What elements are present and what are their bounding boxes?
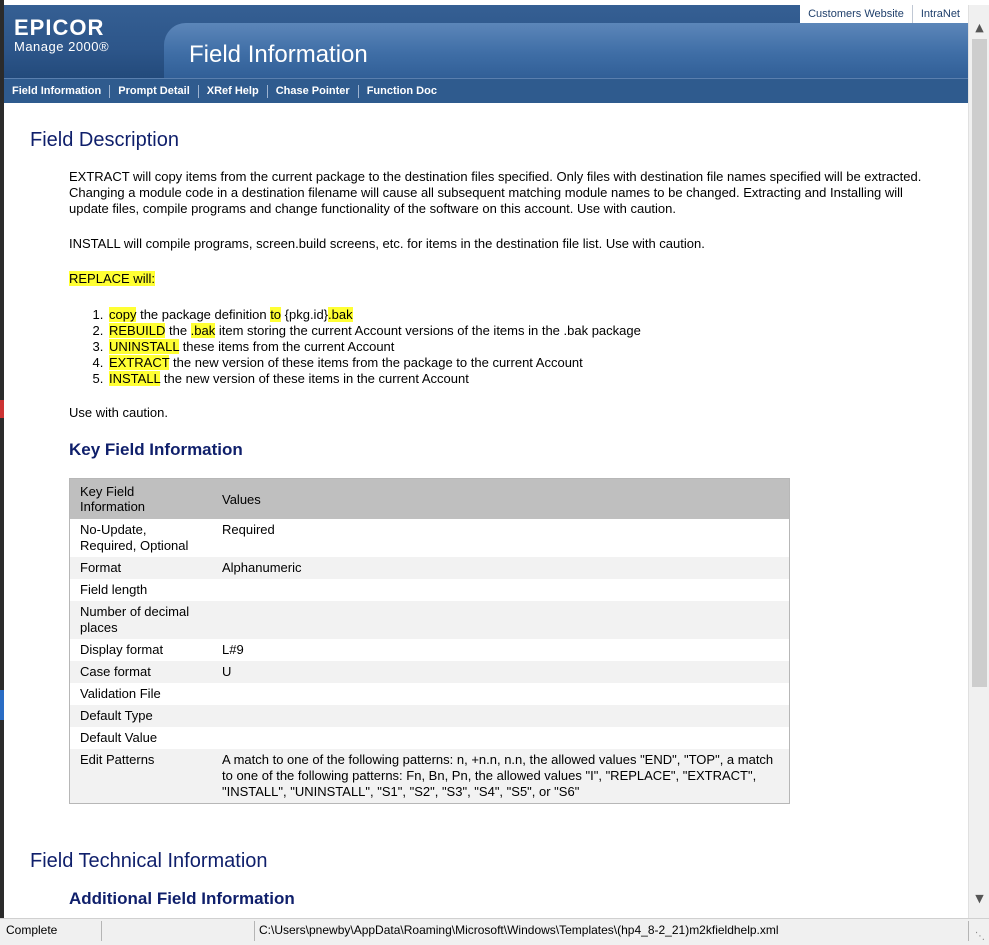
table-row: Format Alphanumeric (69, 557, 790, 579)
field-technical-heading: Field Technical Information (30, 850, 268, 872)
nav-xref-help[interactable]: XRef Help (199, 85, 268, 98)
table-cell: Default Value (69, 727, 212, 749)
help-window: EPICOR Manage 2000® Field Information Cu… (0, 0, 989, 945)
table-cell (212, 601, 790, 639)
replace-label: REPLACE will: (69, 271, 939, 287)
page-header: EPICOR Manage 2000® Field Information Cu… (4, 5, 968, 104)
nav-field-information[interactable]: Field Information (4, 85, 111, 98)
logo-product: Manage 2000® (14, 39, 110, 54)
step-text: {pkg.id} (281, 307, 329, 322)
epicor-logo: EPICOR Manage 2000® (14, 15, 110, 55)
status-divider (968, 921, 969, 941)
field-description-heading: Field Description (30, 129, 179, 151)
step-keyword: .bak (190, 323, 216, 338)
table-cell (212, 683, 790, 705)
nav-prompt-detail[interactable]: Prompt Detail (110, 85, 199, 98)
status-bar: Complete C:\Users\pnewby\AppData\Roaming… (0, 918, 989, 945)
nav-bar: Field Information Prompt Detail XRef Hel… (4, 78, 968, 104)
table-row: Edit Patterns A match to one of the follo… (69, 749, 790, 804)
table-row: No-Update, Required, Optional Required (69, 519, 790, 557)
table-row: Display format L#9 (69, 639, 790, 661)
customers-website-link[interactable]: Customers Website (800, 5, 912, 23)
list-item: REBUILD the .bak item storing the curren… (107, 323, 641, 339)
table-cell: Validation File (69, 683, 212, 705)
step-text: the (165, 323, 191, 338)
table-cell: Case format (69, 661, 212, 683)
step-keyword: copy (109, 307, 137, 322)
table-row: Default Value (69, 727, 790, 749)
step-text: the new version of these items in the cu… (160, 371, 469, 386)
table-cell: Required (212, 519, 790, 557)
top-links: Customers Website IntraNet (800, 5, 968, 23)
key-field-heading: Key Field Information (69, 440, 243, 459)
table-cell: No-Update, Required, Optional (69, 519, 212, 557)
table-row: Field length (69, 579, 790, 601)
resize-grip-icon[interactable]: ⋱ (975, 931, 987, 943)
table-row: Case format U (69, 661, 790, 683)
page-title: Field Information (189, 41, 368, 68)
chevron-down-icon[interactable]: ▼ (969, 890, 989, 908)
nav-chase-pointer[interactable]: Chase Pointer (268, 85, 359, 98)
list-item: INSTALL the new version of these items i… (107, 371, 641, 387)
replace-steps-list: copy the package definition to {pkg.id}.… (69, 307, 641, 387)
table-header-row: Key Field Information Values (69, 478, 790, 519)
list-item: EXTRACT the new version of these items f… (107, 355, 641, 371)
table-cell (212, 579, 790, 601)
table-cell: L#9 (212, 639, 790, 661)
step-keyword: REBUILD (109, 323, 166, 338)
additional-field-heading: Additional Field Information (69, 889, 295, 908)
key-field-table: Key Field Information Values No-Update, … (69, 478, 790, 804)
step-text: the package definition (136, 307, 271, 322)
title-tab: Field Information (164, 23, 968, 78)
step-text: the new version of these items from the … (169, 355, 583, 370)
extract-paragraph: EXTRACT will copy items from the current… (69, 169, 922, 216)
step-keyword: EXTRACT (109, 355, 170, 370)
file-path: C:\Users\pnewby\AppData\Roaming\Microsof… (259, 923, 779, 937)
step-text: item storing the current Account version… (215, 323, 641, 338)
step-keyword: UNINSTALL (109, 339, 180, 354)
install-paragraph: INSTALL will compile programs, screen.bu… (69, 236, 705, 251)
table-cell (212, 705, 790, 727)
status-divider (254, 921, 255, 941)
table-row: Validation File (69, 683, 790, 705)
logo-brand: EPICOR (14, 15, 105, 40)
step-keyword: INSTALL (109, 371, 161, 386)
table-cell: Display format (69, 639, 212, 661)
table-row: Number of decimal places (69, 601, 790, 639)
table-cell: Field length (69, 579, 212, 601)
step-keyword: .bak (328, 307, 353, 322)
chevron-up-icon[interactable]: ▲ (969, 19, 989, 37)
replace-label-text: REPLACE will: (69, 271, 155, 286)
step-keyword: to (270, 307, 282, 322)
column-header: Key Field Information (69, 478, 212, 519)
status-text: Complete (6, 923, 58, 937)
table-cell: Alphanumeric (212, 557, 790, 579)
scrollbar-thumb[interactable] (972, 39, 987, 687)
status-divider (101, 921, 102, 941)
table-cell: Default Type (69, 705, 212, 727)
list-item: copy the package definition to {pkg.id}.… (107, 307, 641, 323)
list-item: UNINSTALL these items from the current A… (107, 339, 641, 355)
table-cell: Format (69, 557, 212, 579)
step-text: these items from the current Account (179, 339, 395, 354)
table-row: Default Type (69, 705, 790, 727)
use-with-caution-text: Use with caution. (69, 405, 168, 420)
table-cell: U (212, 661, 790, 683)
content-area: Field Description EXTRACT will copy item… (4, 103, 968, 918)
column-header: Values (212, 478, 790, 519)
nav-function-doc[interactable]: Function Doc (359, 85, 445, 98)
vertical-scrollbar[interactable]: ▲ ▼ (968, 5, 989, 918)
intranet-link[interactable]: IntraNet (911, 5, 968, 23)
table-cell (212, 727, 790, 749)
table-cell: Number of decimal places (69, 601, 212, 639)
table-cell: A match to one of the following patterns… (212, 749, 790, 804)
table-cell: Edit Patterns (69, 749, 212, 804)
